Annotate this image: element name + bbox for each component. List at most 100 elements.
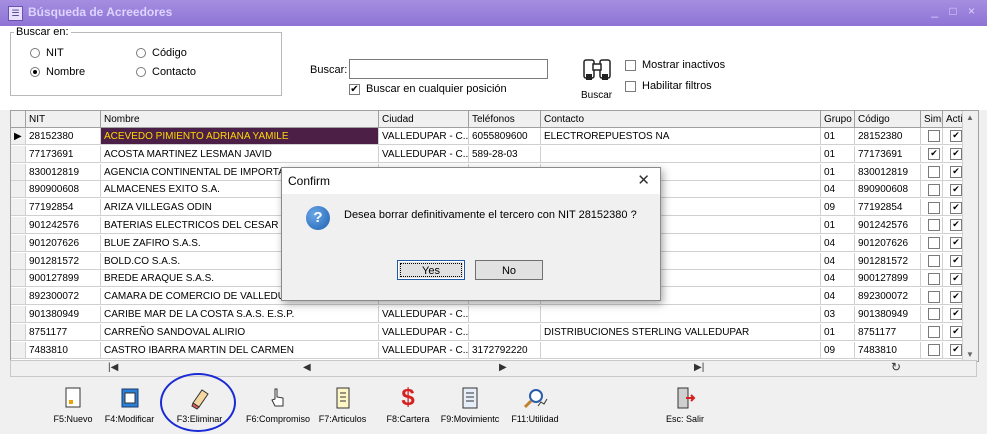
checkbox[interactable] [928, 237, 940, 250]
checkbox[interactable]: ✔ [950, 272, 962, 285]
checkbox[interactable] [928, 130, 940, 143]
cell-activ[interactable]: ✔ [943, 270, 963, 288]
checkbox[interactable] [928, 254, 940, 267]
scroll-down-icon[interactable]: ▼ [966, 350, 974, 359]
checkbox-box[interactable] [625, 59, 636, 71]
nuevo-button[interactable]: F5:Nuevo [48, 382, 98, 430]
checkbox[interactable]: ✔ [950, 165, 962, 178]
col-grupo-header[interactable]: Grupo [821, 111, 855, 128]
radio-circle[interactable] [136, 67, 146, 77]
checkbox[interactable]: ✔ [950, 326, 962, 339]
cell-simp[interactable] [921, 288, 943, 306]
cell-simp[interactable] [921, 341, 943, 359]
table-row[interactable]: 7483810 CASTRO IBARRA MARTIN DEL CARMEN VA… [11, 341, 963, 359]
checkbox[interactable] [928, 165, 940, 178]
cell-activ[interactable]: ✔ [943, 306, 963, 323]
checkbox[interactable]: ✔ [928, 148, 940, 161]
checkbox[interactable] [928, 183, 940, 196]
checkbox[interactable] [928, 272, 940, 285]
radio-circle[interactable] [30, 48, 40, 58]
checkbox[interactable]: ✔ [950, 148, 962, 161]
any-position-checkbox[interactable]: ✔ Buscar en cualquier posición [349, 83, 507, 95]
table-row[interactable]: 77173691 ACOSTA MARTINEZ LESMAN JAVID VALL… [11, 145, 963, 163]
cell-activ[interactable]: ✔ [943, 323, 963, 341]
cell-activ[interactable]: ✔ [943, 217, 963, 234]
last-record-icon[interactable]: ▶| [694, 362, 704, 373]
cell-simp[interactable] [921, 128, 943, 145]
checkbox[interactable] [928, 326, 940, 339]
cell-simp[interactable] [921, 252, 943, 270]
radio-contacto[interactable]: Contacto [136, 66, 196, 78]
cell-simp[interactable]: ✔ [921, 145, 943, 163]
cell-simp[interactable] [921, 217, 943, 234]
checkbox[interactable]: ✔ [950, 130, 962, 143]
col-contacto-header[interactable]: Contacto [541, 111, 821, 128]
cell-activ[interactable]: ✔ [943, 199, 963, 217]
radio-nombre[interactable]: Nombre [30, 66, 85, 78]
col-nit-header[interactable]: NIT [26, 111, 101, 128]
checkbox-box[interactable]: ✔ [349, 83, 360, 95]
col-nombre-header[interactable]: Nombre [101, 111, 379, 128]
refresh-icon[interactable]: ↻ [891, 360, 901, 374]
table-row[interactable]: 8751177 CARREÑO SANDOVAL ALIRIO VALLEDUPAR… [11, 323, 963, 341]
checkbox[interactable] [928, 290, 940, 303]
checkbox-box[interactable] [625, 80, 636, 92]
cell-activ[interactable]: ✔ [943, 128, 963, 145]
yes-button[interactable]: Yes [397, 260, 465, 280]
col-simp-header[interactable]: Simp [921, 111, 943, 128]
table-row[interactable]: 901380949 CARIBE MAR DE LA COSTA S.A.S. E… [11, 306, 963, 323]
cell-simp[interactable] [921, 163, 943, 181]
checkbox[interactable]: ✔ [950, 183, 962, 196]
cell-activ[interactable]: ✔ [943, 288, 963, 306]
cell-activ[interactable]: ✔ [943, 341, 963, 359]
vertical-scrollbar[interactable]: ▲ ▼ [962, 111, 978, 361]
radio-circle[interactable] [136, 48, 146, 58]
radio-nit[interactable]: NIT [30, 47, 64, 59]
table-row[interactable]: ▶ 28152380 ACEVEDO PIMIENTO ADRIANA YAMILE… [11, 128, 963, 145]
utilidad-button[interactable]: F11:Utilidad [505, 382, 565, 430]
cell-activ[interactable]: ✔ [943, 163, 963, 181]
cell-activ[interactable]: ✔ [943, 181, 963, 199]
search-input[interactable] [349, 59, 548, 79]
cell-simp[interactable] [921, 234, 943, 252]
cell-activ[interactable]: ✔ [943, 234, 963, 252]
cell-simp[interactable] [921, 306, 943, 323]
next-record-icon[interactable]: ▶ [499, 362, 507, 373]
checkbox[interactable]: ✔ [950, 290, 962, 303]
compromiso-button[interactable]: F6:Compromiso [243, 382, 313, 430]
checkbox[interactable] [928, 201, 940, 214]
cell-activ[interactable]: ✔ [943, 252, 963, 270]
articulos-button[interactable]: F7:Articulos [315, 382, 370, 430]
cartera-button[interactable]: $ F8:Cartera [383, 382, 433, 430]
checkbox[interactable]: ✔ [950, 254, 962, 267]
cell-simp[interactable] [921, 199, 943, 217]
col-activ-header[interactable]: Activ [943, 111, 963, 128]
radio-codigo[interactable]: Código [136, 47, 187, 59]
search-button[interactable]: Buscar [581, 90, 612, 101]
modificar-button[interactable]: F4:Modificar [102, 382, 157, 430]
radio-circle[interactable] [30, 67, 40, 77]
checkbox[interactable]: ✔ [950, 201, 962, 214]
col-ciudad-header[interactable]: Ciudad [379, 111, 469, 128]
checkbox[interactable] [928, 343, 940, 356]
col-codigo-header[interactable]: Código [855, 111, 921, 128]
eliminar-button[interactable]: F3:Eliminar [172, 382, 227, 430]
dialog-close-icon[interactable]: ✕ [637, 171, 650, 189]
col-telefonos-header[interactable]: Teléfonos [469, 111, 541, 128]
enable-filters-checkbox[interactable]: Habilitar filtros [625, 80, 712, 92]
scroll-up-icon[interactable]: ▲ [966, 113, 974, 122]
checkbox[interactable] [928, 308, 940, 321]
salir-button[interactable]: Esc: Salir [655, 382, 715, 430]
cell-simp[interactable] [921, 181, 943, 199]
checkbox[interactable] [928, 219, 940, 232]
binoculars-icon[interactable] [581, 56, 613, 86]
prev-record-icon[interactable]: ◀ [303, 362, 311, 373]
checkbox[interactable]: ✔ [950, 308, 962, 321]
checkbox[interactable]: ✔ [950, 219, 962, 232]
cell-simp[interactable] [921, 270, 943, 288]
first-record-icon[interactable]: |◀ [108, 362, 118, 373]
movimiento-button[interactable]: F9:Movimientc [440, 382, 500, 430]
cell-simp[interactable] [921, 323, 943, 341]
checkbox[interactable]: ✔ [950, 237, 962, 250]
window-controls[interactable]: _ □ × [931, 4, 979, 18]
